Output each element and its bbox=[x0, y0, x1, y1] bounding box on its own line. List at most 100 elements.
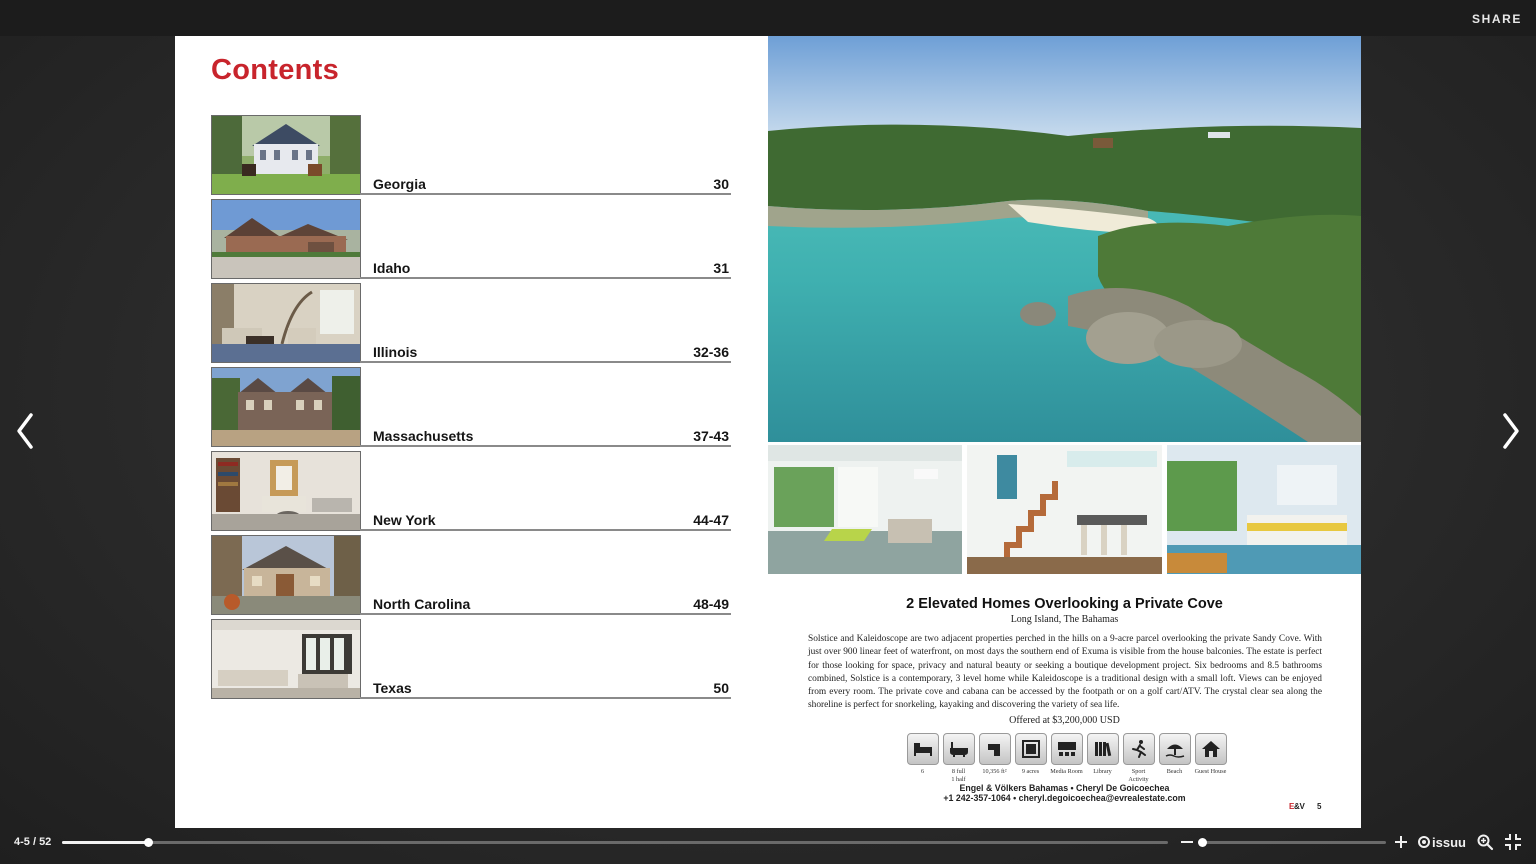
listing-description: Solstice and Kaleidoscope are two adjace… bbox=[808, 634, 1322, 711]
contents-item-pages: 30 bbox=[713, 176, 729, 192]
progress-fill bbox=[62, 841, 149, 844]
top-bar: SHARE bbox=[0, 0, 1536, 36]
amenities-row: 6 8 full 1 half 10,356 ft² 9 acres Media… bbox=[906, 733, 1227, 783]
contents-list: Georgia 30 Idaho 31 Illinois 32-36 Massa… bbox=[211, 115, 731, 703]
amenity-label: Guest House bbox=[1194, 768, 1227, 775]
contents-item-idaho[interactable]: Idaho 31 bbox=[211, 199, 731, 283]
plus-icon bbox=[1395, 836, 1407, 848]
zoom-button[interactable] bbox=[1476, 833, 1494, 851]
brand-v: V bbox=[1299, 802, 1305, 811]
previous-page-button[interactable] bbox=[13, 411, 37, 451]
contents-item-north-carolina[interactable]: North Carolina 48-49 bbox=[211, 535, 731, 619]
contents-item-massachusetts[interactable]: Massachusetts 37-43 bbox=[211, 367, 731, 451]
north-carolina-property-photo bbox=[211, 535, 361, 615]
illinois-property-photo bbox=[211, 283, 361, 363]
amenity-bedrooms: 6 bbox=[906, 733, 939, 783]
engel-volkers-logo: E&V bbox=[1289, 802, 1305, 811]
amenity-beach: Beach bbox=[1158, 733, 1191, 783]
living-room-photo bbox=[768, 445, 962, 574]
issuu-logo[interactable]: issuu bbox=[1418, 834, 1466, 850]
guest-house-icon bbox=[1201, 741, 1220, 757]
listing-page: 2 Elevated Homes Overlooking a Private C… bbox=[768, 36, 1361, 828]
divider bbox=[360, 697, 731, 699]
issuu-mark-icon bbox=[1418, 836, 1430, 848]
amenity-label: Beach bbox=[1166, 768, 1183, 775]
page-indicator: 4-5 / 52 bbox=[14, 836, 52, 848]
divider bbox=[360, 277, 731, 279]
contents-item-label: Texas bbox=[373, 680, 412, 696]
amenity-label: 8 full 1 half bbox=[951, 768, 966, 783]
amenity-floor-area: 10,356 ft² bbox=[978, 733, 1011, 783]
contents-item-pages: 37-43 bbox=[693, 428, 729, 444]
contents-item-label: Idaho bbox=[373, 260, 411, 276]
new-york-property-photo bbox=[211, 451, 361, 531]
zoom-in-button[interactable] bbox=[1393, 834, 1409, 850]
agent-contact: +1 242-357-1064 • cheryl.degoicoechea@ev… bbox=[943, 793, 1186, 803]
amenity-guest-house: Guest House bbox=[1194, 733, 1227, 783]
lot-size-icon bbox=[1021, 740, 1040, 758]
amenity-lot-size: 9 acres bbox=[1014, 733, 1047, 783]
contents-item-pages: 44-47 bbox=[693, 512, 729, 528]
amenity-label: 6 bbox=[920, 768, 925, 775]
zoom-slider[interactable] bbox=[1197, 838, 1386, 847]
zoom-handle[interactable] bbox=[1197, 838, 1207, 847]
massachusetts-property-photo bbox=[211, 367, 361, 447]
contents-item-georgia[interactable]: Georgia 30 bbox=[211, 115, 731, 199]
contents-item-label: Georgia bbox=[373, 176, 426, 192]
progress-handle[interactable] bbox=[144, 838, 154, 847]
contents-item-label: New York bbox=[373, 512, 436, 528]
share-button[interactable]: SHARE bbox=[1472, 12, 1522, 26]
media-room-icon bbox=[1057, 742, 1076, 756]
contents-item-label: North Carolina bbox=[373, 596, 471, 612]
amenity-label: 10,356 ft² bbox=[982, 768, 1007, 775]
listing-location: Long Island, The Bahamas bbox=[1010, 614, 1119, 625]
idaho-property-photo bbox=[211, 199, 361, 279]
exit-fullscreen-icon bbox=[1505, 834, 1521, 850]
zoom-out-button[interactable] bbox=[1179, 834, 1195, 850]
texas-property-photo bbox=[211, 619, 361, 699]
sport-activity-icon bbox=[1131, 740, 1146, 758]
divider bbox=[360, 445, 731, 447]
bedroom-photo bbox=[1167, 445, 1361, 574]
contents-item-pages: 31 bbox=[713, 260, 729, 276]
kitchen-stairs-photo bbox=[967, 445, 1162, 574]
contents-item-pages: 48-49 bbox=[693, 596, 729, 612]
contents-item-label: Massachusetts bbox=[373, 428, 474, 444]
listing-title: 2 Elevated Homes Overlooking a Private C… bbox=[906, 596, 1223, 612]
contents-page: Contents Georgia 30 Idaho 31 Illinois 32… bbox=[175, 36, 768, 828]
page-number: 5 bbox=[1317, 802, 1322, 811]
cove-aerial-photo bbox=[768, 36, 1361, 442]
agent-name: Engel & Völkers Bahamas • Cheryl De Goic… bbox=[959, 783, 1170, 793]
amenity-bathrooms: 8 full 1 half bbox=[942, 733, 975, 783]
contents-title: Contents bbox=[211, 54, 340, 86]
minus-icon bbox=[1181, 841, 1193, 843]
amenity-label: 9 acres bbox=[1021, 768, 1040, 775]
floor-area-icon bbox=[987, 744, 1000, 756]
beach-icon bbox=[1165, 744, 1184, 758]
library-icon bbox=[1094, 742, 1111, 757]
amenity-label: Library bbox=[1093, 768, 1112, 775]
contents-item-pages: 50 bbox=[713, 680, 729, 696]
divider bbox=[360, 613, 731, 615]
divider bbox=[360, 193, 731, 195]
chevron-left-icon bbox=[17, 413, 33, 449]
bed-icon bbox=[913, 743, 932, 756]
amenity-label: Media Room bbox=[1050, 768, 1083, 775]
amenity-sport-activity: Sport Activity bbox=[1122, 733, 1155, 783]
next-page-button[interactable] bbox=[1499, 411, 1523, 451]
contents-item-illinois[interactable]: Illinois 32-36 bbox=[211, 283, 731, 367]
amenity-library: Library bbox=[1086, 733, 1119, 783]
chevron-right-icon bbox=[1503, 413, 1519, 449]
issuu-wordmark: issuu bbox=[1432, 834, 1466, 850]
contents-item-new-york[interactable]: New York 44-47 bbox=[211, 451, 731, 535]
contents-item-pages: 32-36 bbox=[693, 344, 729, 360]
bathtub-icon bbox=[949, 742, 968, 757]
listing-price: Offered at $3,200,000 USD bbox=[1009, 715, 1120, 726]
divider bbox=[360, 529, 731, 531]
exit-fullscreen-button[interactable] bbox=[1504, 833, 1522, 851]
divider bbox=[360, 361, 731, 363]
page-progress-slider[interactable] bbox=[62, 838, 1168, 847]
contents-item-label: Illinois bbox=[373, 344, 418, 360]
contents-item-texas[interactable]: Texas 50 bbox=[211, 619, 731, 703]
amenity-label: Sport Activity bbox=[1128, 768, 1149, 783]
